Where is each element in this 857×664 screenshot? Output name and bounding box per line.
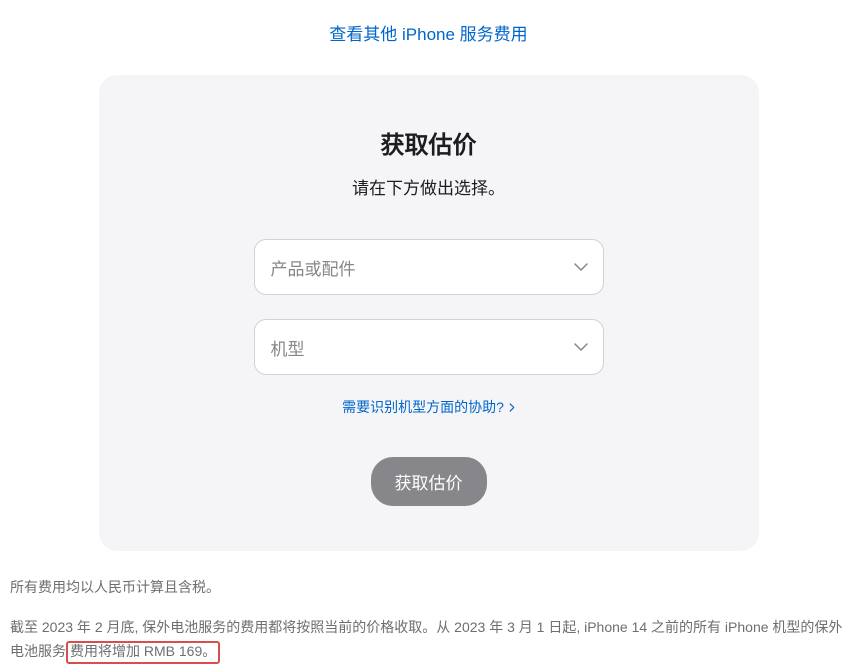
footer-line-1: 所有费用均以人民币计算且含税。 <box>10 576 847 600</box>
other-services-link[interactable]: 查看其他 iPhone 服务费用 <box>329 25 527 44</box>
chevron-right-icon <box>509 403 515 412</box>
estimate-card: 获取估价 请在下方做出选择。 产品或配件 机型 需要识别机型方面的协助? 获取估… <box>99 75 759 551</box>
price-increase-highlight: 费用将增加 RMB 169。 <box>66 641 220 664</box>
card-title: 获取估价 <box>139 125 719 160</box>
footer-notes: 所有费用均以人民币计算且含税。 截至 2023 年 2 月底, 保外电池服务的费… <box>0 576 857 663</box>
get-estimate-button[interactable]: 获取估价 <box>371 457 487 506</box>
footer-line-2: 截至 2023 年 2 月底, 保外电池服务的费用都将按照当前的价格收取。从 2… <box>10 616 847 664</box>
help-link-label: 需要识别机型方面的协助? <box>342 397 504 417</box>
card-subtitle: 请在下方做出选择。 <box>139 174 719 199</box>
product-select[interactable]: 产品或配件 <box>254 239 604 295</box>
identify-model-help-link[interactable]: 需要识别机型方面的协助? <box>342 397 515 417</box>
model-select[interactable]: 机型 <box>254 319 604 375</box>
